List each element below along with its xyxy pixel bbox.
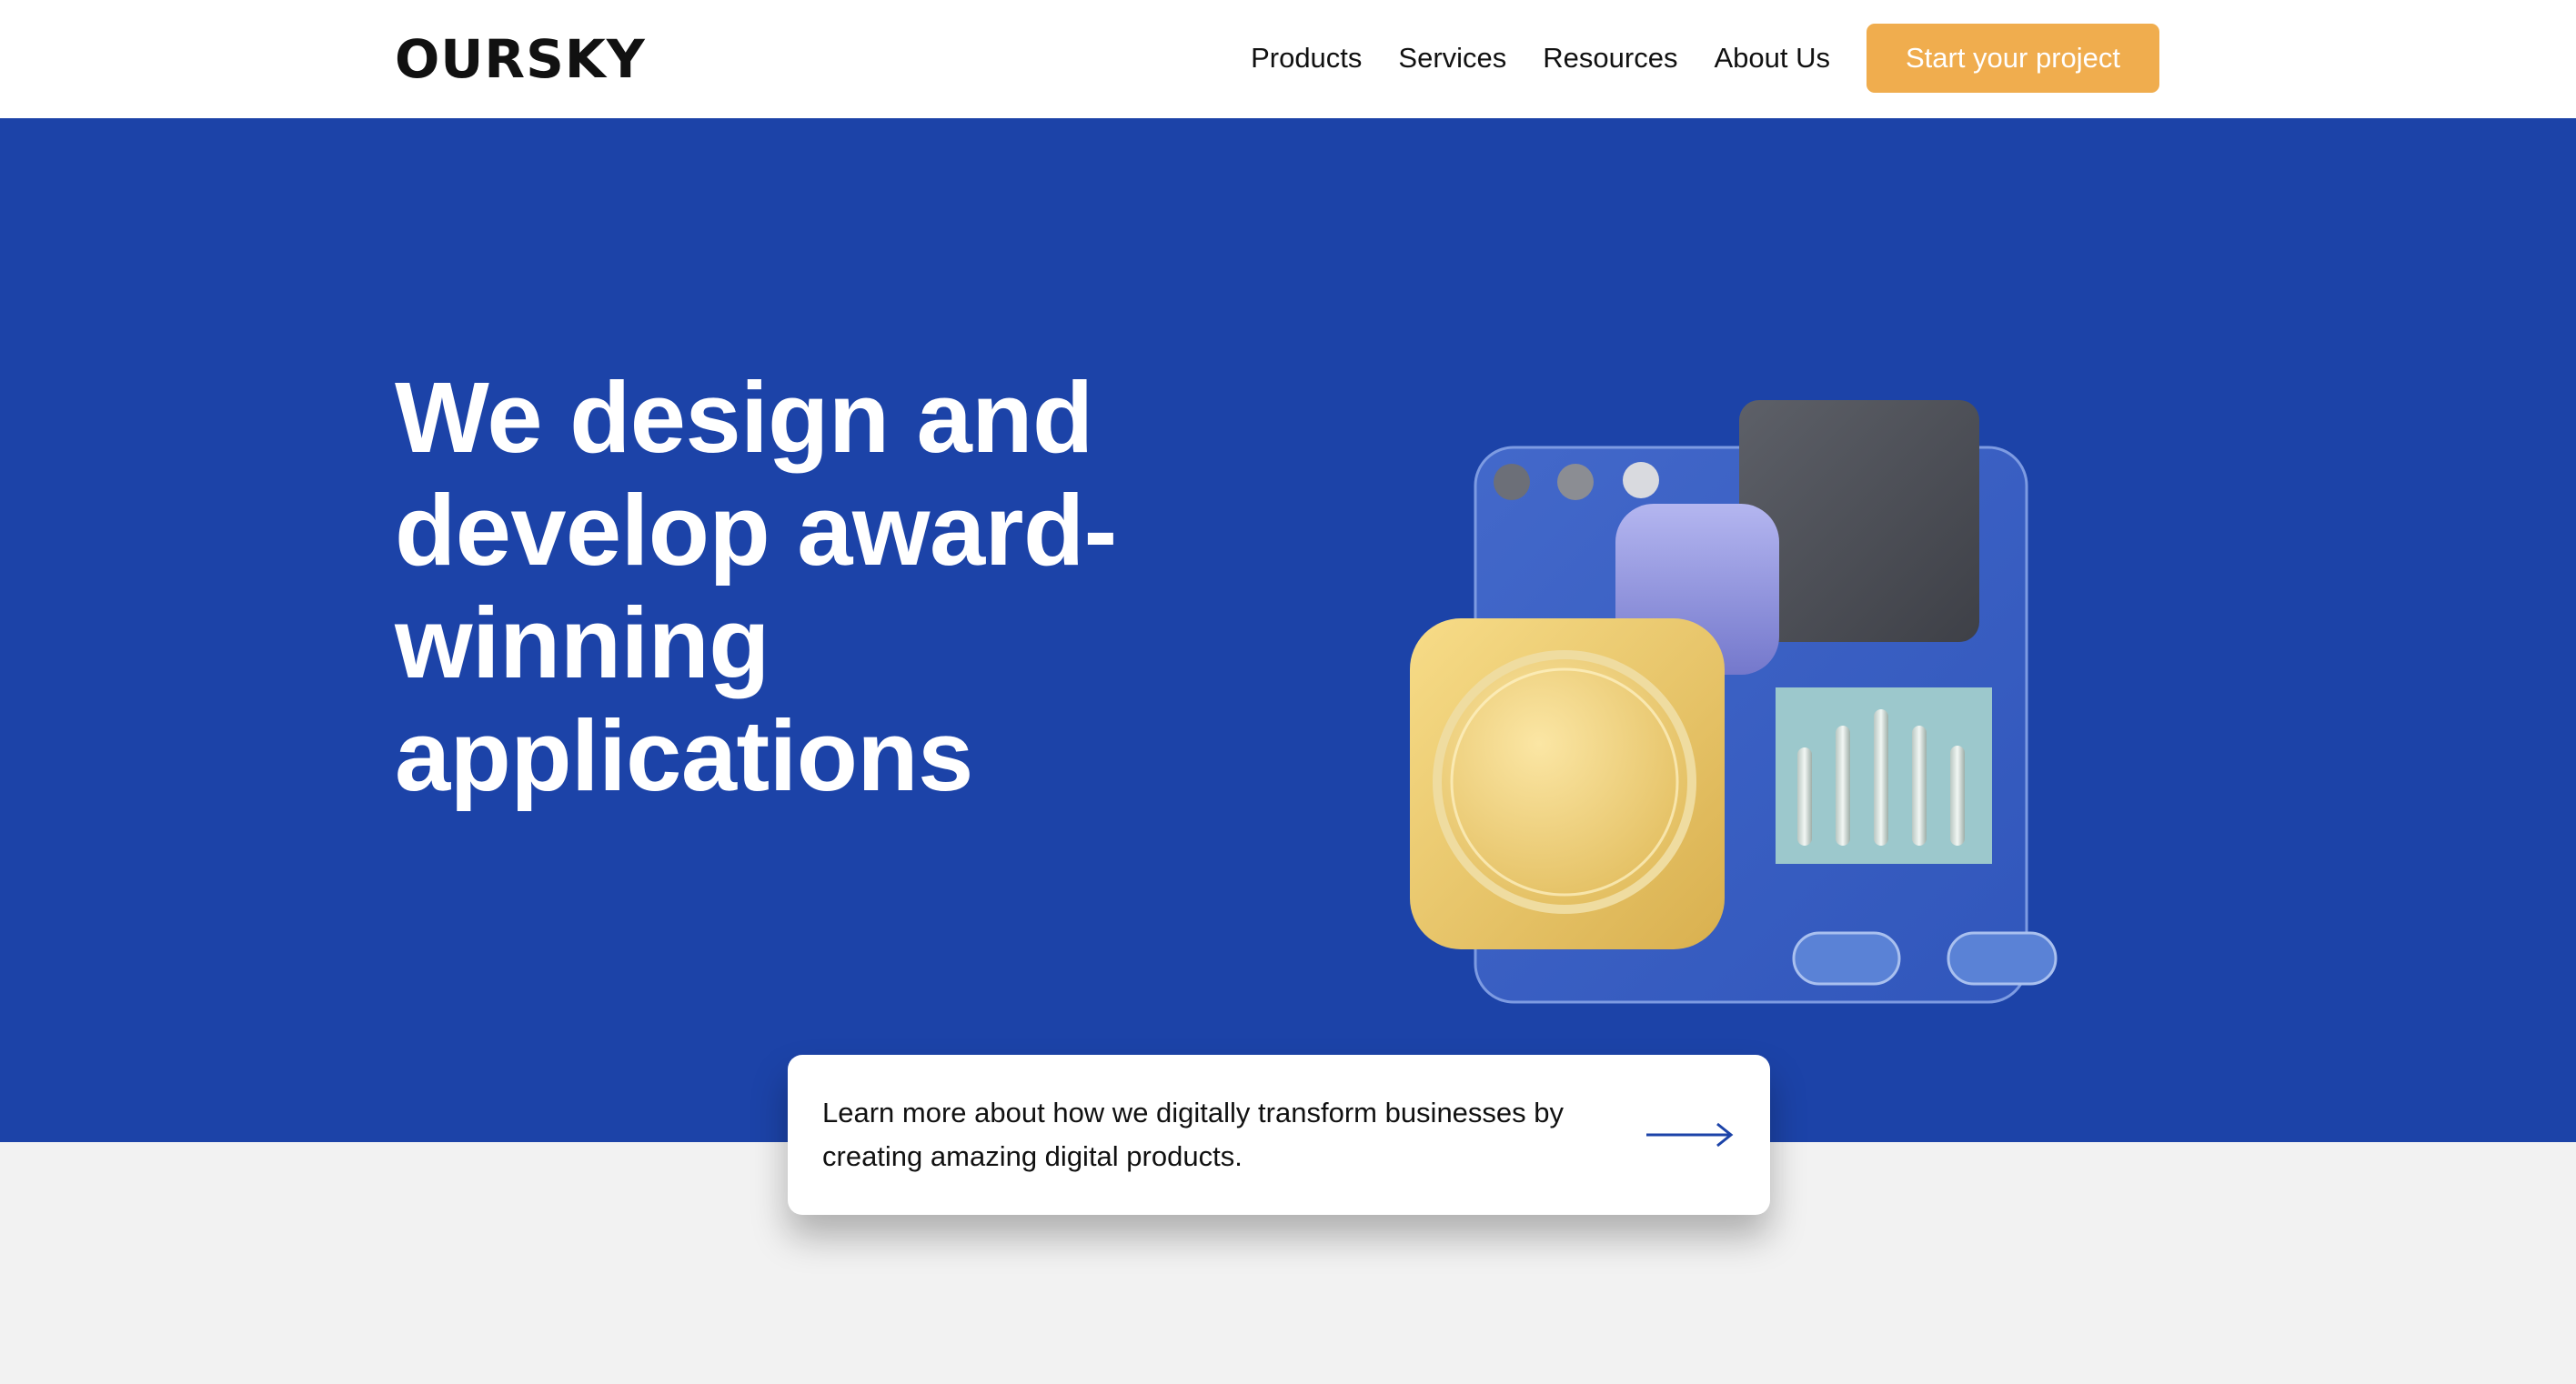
nav-products[interactable]: Products: [1251, 42, 1362, 75]
hero-section: We design and develop award-winning appl…: [0, 118, 2576, 1142]
site-header: OURSKY Products Services Resources About…: [0, 0, 2576, 118]
arrow-right-icon[interactable]: [1645, 1117, 1736, 1153]
hero-title: We design and develop award-winning appl…: [395, 362, 1117, 812]
learn-more-card[interactable]: Learn more about how we digitally transf…: [788, 1055, 1770, 1215]
learn-more-text: Learn more about how we digitally transf…: [822, 1097, 1565, 1172]
main-nav: Products Services Resources About Us Sta…: [1251, 24, 2159, 93]
start-project-button[interactable]: Start your project: [1867, 24, 2159, 93]
app-illustration: [1410, 400, 2058, 1004]
nav-services[interactable]: Services: [1398, 42, 1506, 75]
nav-resources[interactable]: Resources: [1543, 42, 1677, 75]
nav-about-us[interactable]: About Us: [1714, 42, 1830, 75]
oursky-logo[interactable]: OURSKY: [395, 27, 646, 91]
